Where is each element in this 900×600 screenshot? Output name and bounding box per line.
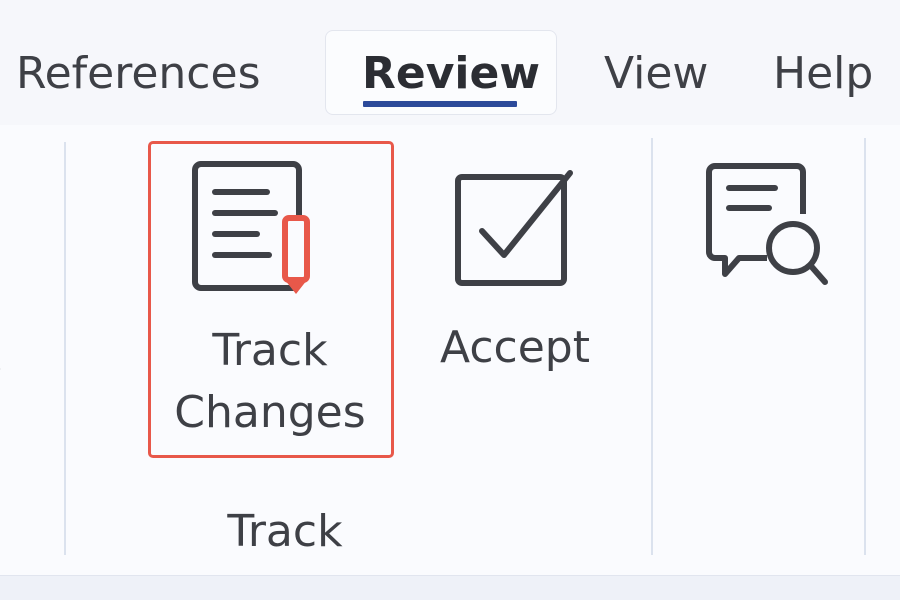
- ribbon-bottom-edge: [0, 575, 900, 600]
- group-separator: [864, 138, 866, 555]
- track-changes-icon: [192, 161, 310, 294]
- track-changes-label-line1: Track: [212, 325, 328, 376]
- comment-search-icon: [706, 163, 828, 285]
- accept-label: Accept: [440, 322, 590, 373]
- accept-checkbox-icon: [455, 170, 573, 286]
- ribbon-tab-bar: References Review View Help: [0, 0, 900, 125]
- search-comments-button[interactable]: [690, 150, 840, 310]
- tab-review[interactable]: Review: [362, 48, 540, 100]
- tab-view[interactable]: View: [604, 48, 708, 100]
- track-changes-label-line2: Changes: [174, 387, 366, 438]
- chevron-left-icon[interactable]: [0, 362, 6, 376]
- active-tab-indicator: [363, 101, 517, 107]
- track-changes-button[interactable]: Track Changes: [148, 141, 394, 458]
- tab-help[interactable]: Help: [773, 48, 873, 100]
- group-separator: [64, 142, 66, 555]
- tab-references[interactable]: References: [16, 48, 261, 100]
- accept-button[interactable]: Accept: [420, 160, 610, 390]
- group-separator: [651, 138, 653, 555]
- group-label-track: Track: [227, 506, 343, 557]
